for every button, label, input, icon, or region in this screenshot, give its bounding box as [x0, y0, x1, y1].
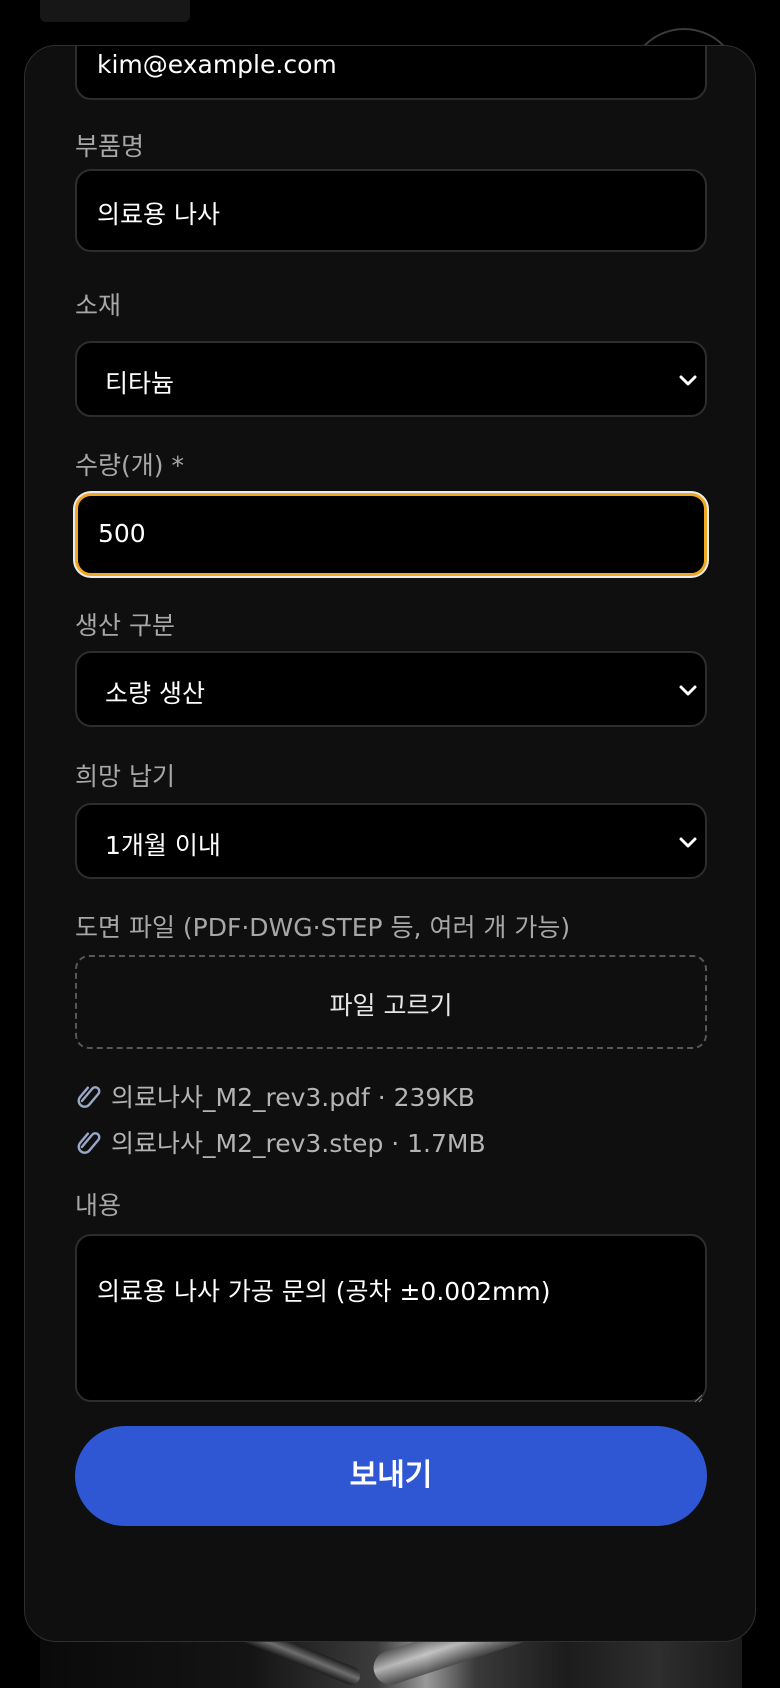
email-value: kim@example.com [97, 50, 337, 79]
production-type-label: 생산 구분 [75, 611, 175, 640]
file-dropzone[interactable]: 파일 고르기 [75, 955, 707, 1049]
part-name-input[interactable]: 의료용 나사 [75, 169, 707, 252]
pick-file-button[interactable]: 파일 고르기 [77, 986, 705, 1022]
inquiry-form-sheet: kim@example.com 부품명 의료용 나사 소재 티타늄 수량(개) … [24, 45, 756, 1642]
due-date-label: 희망 납기 [75, 762, 175, 791]
background-page-title [40, 0, 190, 22]
chevron-down-icon [677, 679, 699, 701]
attached-file-name: 의료나사_M2_rev3.pdf · 239KB [111, 1083, 475, 1112]
content-value: 의료용 나사 가공 문의 (공차 ±0.002mm) [97, 1277, 551, 1306]
due-date-select[interactable]: 1개월 이내 [75, 803, 707, 879]
material-select[interactable]: 티타늄 [75, 341, 707, 417]
production-type-value: 소량 생산 [105, 679, 205, 708]
chevron-down-icon [677, 369, 699, 391]
part-name-value: 의료용 나사 [97, 200, 220, 229]
quantity-input[interactable]: 500 [75, 493, 707, 576]
quantity-label: 수량(개) * [75, 451, 184, 480]
due-date-value: 1개월 이내 [105, 831, 221, 860]
part-name-label: 부품명 [75, 132, 145, 161]
submit-button[interactable]: 보내기 [75, 1426, 707, 1526]
material-label: 소재 [75, 291, 122, 320]
email-field[interactable]: kim@example.com [75, 46, 707, 100]
chevron-down-icon [677, 831, 699, 853]
drawing-file-label: 도면 파일 (PDF·DWG·STEP 등, 여러 개 가능) [75, 913, 571, 942]
attached-file-item: 의료나사_M2_rev3.step · 1.7MB [75, 1124, 486, 1160]
paperclip-icon [75, 1127, 105, 1157]
paperclip-icon [75, 1081, 105, 1111]
material-value: 티타늄 [105, 369, 175, 398]
production-type-select[interactable]: 소량 생산 [75, 651, 707, 727]
quantity-value: 500 [98, 519, 146, 548]
content-textarea[interactable]: 의료용 나사 가공 문의 (공차 ±0.002mm) [75, 1234, 707, 1403]
attached-file-name: 의료나사_M2_rev3.step · 1.7MB [111, 1129, 486, 1158]
resize-handle-icon[interactable] [693, 1388, 703, 1403]
attached-file-item: 의료나사_M2_rev3.pdf · 239KB [75, 1078, 475, 1114]
content-label: 내용 [75, 1191, 122, 1220]
